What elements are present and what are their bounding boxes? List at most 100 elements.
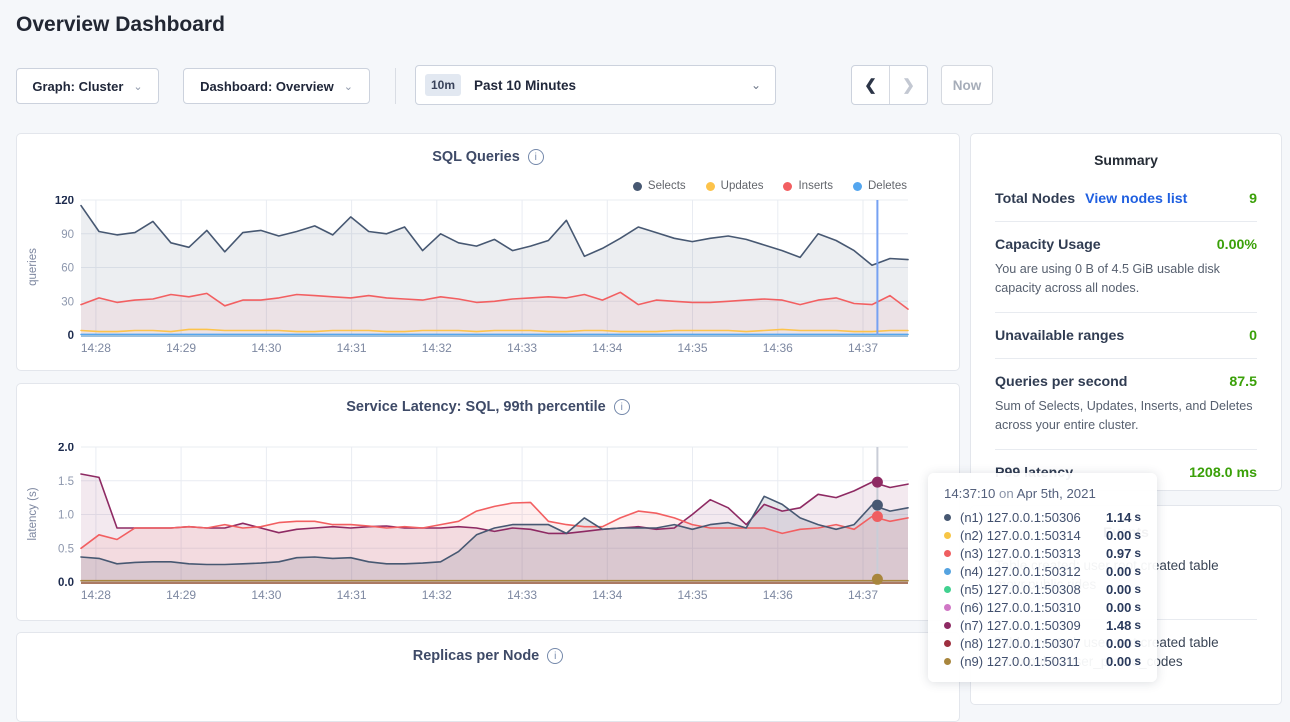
legend-dot — [783, 182, 792, 191]
tooltip-node-row: (n2) 127.0.0.1:50314 0.00s — [944, 526, 1141, 544]
svg-text:14:29: 14:29 — [166, 341, 196, 355]
dashboard-dropdown[interactable]: Dashboard: Overview ⌄ — [183, 68, 370, 104]
tooltip-node-unit: s — [1134, 636, 1141, 650]
tooltip-connector: on — [999, 486, 1014, 501]
legend-dot — [633, 182, 642, 191]
tooltip-node-row: (n8) 127.0.0.1:503070.00s — [944, 634, 1141, 652]
summary-rows: Total NodesView nodes list9Capacity Usag… — [995, 176, 1257, 495]
svg-text:14:28: 14:28 — [81, 341, 111, 355]
svg-text:14:32: 14:32 — [422, 588, 452, 602]
chevron-down-icon: ⌄ — [344, 80, 353, 93]
tooltip-node-unit: s — [1134, 546, 1141, 560]
node-color-dot — [944, 568, 951, 575]
summary-panel: Summary Total NodesView nodes list9Capac… — [970, 133, 1282, 491]
node-color-dot — [944, 658, 951, 665]
svg-text:0.5: 0.5 — [58, 543, 74, 555]
legend-item-updates[interactable]: Updates — [706, 180, 764, 192]
info-icon[interactable]: i — [547, 648, 563, 664]
svg-text:60: 60 — [61, 263, 74, 275]
summary-title: Summary — [995, 152, 1257, 168]
graph-dropdown[interactable]: Graph: Cluster ⌄ — [16, 68, 159, 104]
time-range-dropdown[interactable]: 10m Past 10 Minutes ⌄ — [415, 65, 776, 105]
svg-text:14:34: 14:34 — [592, 341, 622, 355]
time-step-forward-button[interactable]: ❯ — [890, 66, 927, 104]
service-latency-title: Service Latency: SQL, 99th percentile — [346, 399, 606, 415]
summary-row: Unavailable ranges 0 — [995, 312, 1257, 358]
service-latency-chart[interactable]: 14:2814:2914:3014:3114:3214:3314:3414:35… — [45, 443, 953, 604]
svg-text:1.5: 1.5 — [58, 476, 74, 488]
time-step-buttons: ❮ ❯ — [851, 65, 928, 105]
tooltip-node-label: (n2) 127.0.0.1:50314 — [960, 528, 1081, 543]
tooltip-node-row: (n7) 127.0.0.1:503091.48s — [944, 616, 1141, 634]
tooltip-node-value: 1.14 — [1106, 510, 1131, 525]
tooltip-node-unit: s — [1134, 654, 1141, 668]
service-latency-y-axis-label: latency (s) — [27, 487, 39, 540]
svg-text:30: 30 — [61, 296, 74, 308]
tooltip-node-unit: s — [1134, 600, 1141, 614]
summary-row: Capacity Usage 0.00% You are using 0 B of … — [995, 221, 1257, 312]
tooltip-node-value: 0.00 — [1106, 564, 1131, 579]
legend-dot — [853, 182, 862, 191]
svg-text:14:35: 14:35 — [677, 588, 707, 602]
sql-queries-title-row: SQL Queries i — [17, 149, 959, 165]
summary-row-label: Capacity Usage — [995, 237, 1101, 253]
tooltip-node-value: 0.00 — [1106, 636, 1131, 651]
legend-item-selects[interactable]: Selects — [633, 180, 686, 192]
tooltip-node-label: (n6) 127.0.0.1:50310 — [960, 600, 1081, 615]
svg-text:14:37: 14:37 — [848, 341, 878, 355]
now-button[interactable]: Now — [941, 65, 993, 105]
tooltip-node-value: 0.00 — [1106, 528, 1131, 543]
node-color-dot — [944, 622, 951, 629]
legend-item-deletes[interactable]: Deletes — [853, 180, 907, 192]
summary-row-value: 0.00% — [1217, 237, 1257, 253]
tooltip-node-label: (n3) 127.0.0.1:50313 — [960, 546, 1081, 561]
legend-label: Updates — [721, 180, 764, 192]
summary-row-value: 0 — [1249, 328, 1257, 344]
info-icon[interactable]: i — [614, 399, 630, 415]
sql-queries-card: SQL Queries i Selects Updates Inserts Delet… — [16, 133, 960, 371]
svg-text:14:30: 14:30 — [251, 588, 281, 602]
svg-text:14:35: 14:35 — [677, 341, 707, 355]
sql-queries-chart[interactable]: 14:2814:2914:3014:3114:3214:3314:3414:35… — [45, 196, 953, 357]
svg-text:14:36: 14:36 — [763, 341, 793, 355]
svg-text:14:33: 14:33 — [507, 588, 537, 602]
time-range-label: Past 10 Minutes — [474, 78, 576, 93]
time-range-badge: 10m — [425, 74, 461, 96]
svg-text:0.0: 0.0 — [58, 577, 74, 589]
legend-item-inserts[interactable]: Inserts — [783, 180, 833, 192]
toolbar-divider — [395, 68, 396, 104]
tooltip-date: Apr 5th, 2021 — [1017, 486, 1096, 501]
summary-row-description: You are using 0 B of 4.5 GiB usable disk… — [995, 260, 1257, 298]
tooltip-node-row: (n3) 127.0.0.1:50313 0.97s — [944, 544, 1141, 562]
summary-row-value: 87.5 — [1229, 374, 1257, 390]
tooltip-node-row: (n5) 127.0.0.1:503080.00s — [944, 580, 1141, 598]
graph-dropdown-label: Graph: Cluster — [32, 79, 123, 94]
svg-text:0: 0 — [68, 330, 74, 342]
tooltip-node-row: (n1) 127.0.0.1:503061.14s — [944, 508, 1141, 526]
time-step-back-button[interactable]: ❮ — [852, 66, 890, 104]
summary-row-value: 1208.0 ms — [1189, 465, 1257, 481]
svg-text:14:29: 14:29 — [166, 588, 196, 602]
info-icon[interactable]: i — [528, 149, 544, 165]
chevron-down-icon: ⌄ — [133, 80, 142, 93]
sql-queries-title: SQL Queries — [432, 149, 520, 165]
view-nodes-list-link[interactable]: View nodes list — [1085, 191, 1187, 207]
node-color-dot — [944, 514, 951, 521]
legend-label: Deletes — [868, 180, 907, 192]
legend-label: Inserts — [798, 180, 833, 192]
tooltip-node-value: 0.00 — [1106, 582, 1131, 597]
svg-text:14:30: 14:30 — [251, 341, 281, 355]
tooltip-node-unit: s — [1134, 528, 1141, 542]
node-color-dot — [944, 604, 951, 611]
tooltip-rows: (n1) 127.0.0.1:503061.14s(n2) 127.0.0.1:… — [944, 508, 1141, 670]
chevron-down-icon: ⌄ — [751, 78, 761, 92]
summary-row-label: Unavailable ranges — [995, 328, 1124, 344]
svg-text:14:31: 14:31 — [337, 588, 367, 602]
svg-text:14:36: 14:36 — [763, 588, 793, 602]
summary-row: Queries per second87.5Sum of Selects, Up… — [995, 358, 1257, 449]
svg-text:14:32: 14:32 — [422, 341, 452, 355]
tooltip-node-label: (n4) 127.0.0.1:50312 — [960, 564, 1081, 579]
service-latency-title-row: Service Latency: SQL, 99th percentile i — [17, 399, 959, 415]
summary-row-label: Total Nodes — [995, 191, 1075, 207]
tooltip-node-value: 0.97 — [1106, 546, 1131, 561]
